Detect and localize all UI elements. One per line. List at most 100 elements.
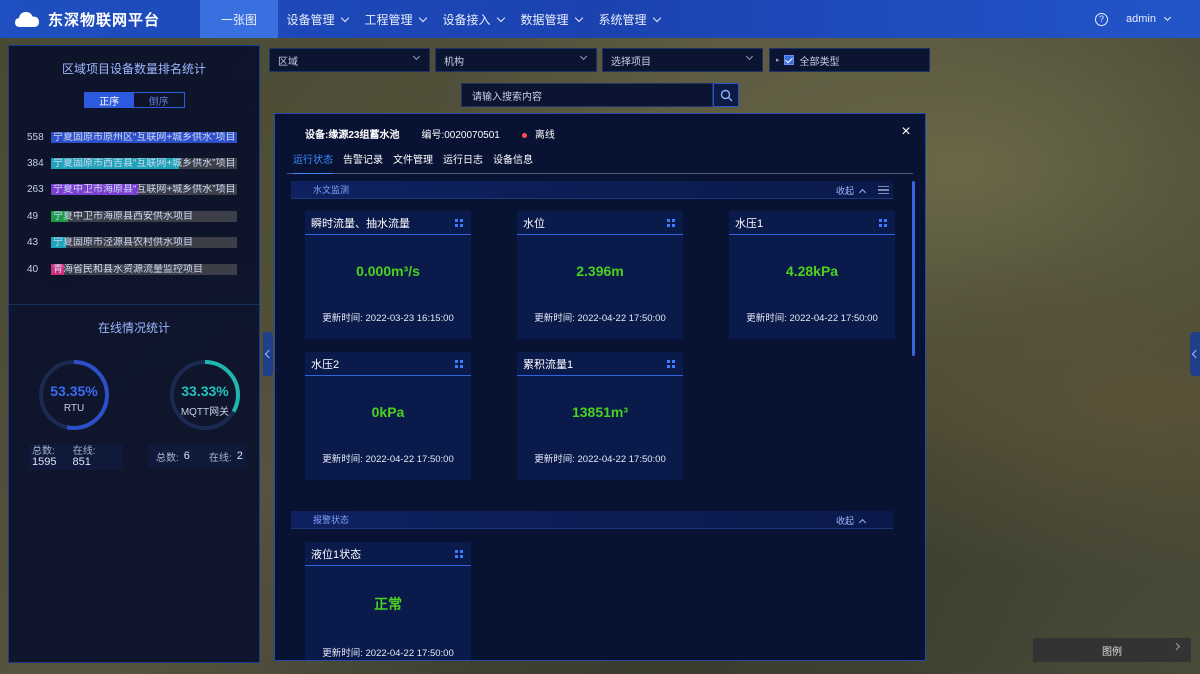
- help-icon[interactable]: ?: [1095, 12, 1109, 26]
- left-collapse-tab[interactable]: [263, 332, 274, 376]
- nav-label: 一张图: [220, 12, 257, 27]
- mqtt-total-label: 总数:: [156, 452, 179, 464]
- tab-file-management[interactable]: 文件管理: [393, 154, 433, 174]
- status-dot-icon: [521, 133, 527, 138]
- rank-title: 区域项目设备数量排名统计: [61, 62, 206, 76]
- rank-bar: 青海省民和县水资源流量监控项目: [51, 263, 237, 275]
- rtu-ring: 53.35% RTU: [38, 359, 110, 431]
- card-value: 正常: [374, 596, 402, 612]
- section-alarm: 报警状态 收起: [291, 511, 893, 529]
- collapse-label: 收起: [835, 516, 854, 526]
- device-code: 编号:0020070501: [421, 130, 500, 141]
- chevron-down-icon: [340, 13, 349, 22]
- chevron-down-icon: [579, 52, 588, 61]
- menu-icon[interactable]: [878, 186, 889, 194]
- tab-alarm-records[interactable]: 告警记录: [343, 154, 383, 174]
- username: admin: [1126, 13, 1156, 25]
- rank-label: 宁夏中卫市海原县“互联网+城乡供水”项目: [53, 184, 236, 196]
- rank-row[interactable]: 43 宁夏固原市泾源县农村供水项目: [9, 230, 259, 256]
- search-icon: [720, 89, 732, 101]
- chevron-down-icon: [652, 13, 661, 22]
- type-filter[interactable]: ▸ 全部类型: [769, 48, 930, 72]
- rank-count: 40: [27, 263, 39, 275]
- rank-row[interactable]: 49 宁夏中卫市海原县西安供水项目: [9, 203, 259, 229]
- sort-asc-button[interactable]: 正序: [84, 93, 134, 108]
- chevron-down-icon: [745, 52, 754, 61]
- app-title: 东深物联网平台: [48, 11, 161, 29]
- rank-row[interactable]: 384 宁夏固原市西吉县“互联网+城乡供水”项目: [9, 150, 259, 176]
- metric-card: 水压1 4.28kPa 更新时间: 2022-04-22 17:50:00: [729, 211, 895, 339]
- card-title: 累积流量1: [523, 358, 574, 371]
- rank-count: 384: [27, 158, 44, 170]
- tab-run-status[interactable]: 运行状态: [293, 154, 333, 174]
- app-logo[interactable]: 东深物联网平台: [0, 0, 200, 38]
- rank-bar: 宁夏中卫市海原县“互联网+城乡供水”项目: [51, 184, 237, 196]
- close-icon[interactable]: ×: [897, 123, 915, 141]
- org-select[interactable]: 机构: [435, 48, 597, 72]
- region-select[interactable]: 区域: [269, 48, 430, 72]
- rtu-total: 1595: [32, 456, 57, 468]
- rank-label: 宁夏固原市原州区“互联网+城乡供水”项目: [53, 131, 236, 143]
- rank-bar: 宁夏固原市原州区“互联网+城乡供水”项目: [51, 131, 237, 143]
- chevron-down-icon: [574, 13, 583, 22]
- nav-item-map[interactable]: 一张图: [200, 0, 278, 38]
- status-text: 离线: [534, 130, 555, 141]
- chevron-down-icon: [418, 13, 427, 22]
- search-input[interactable]: 请输入搜索内容: [461, 83, 713, 107]
- nav-item-access[interactable]: 设备接入: [434, 0, 512, 38]
- grid-icon[interactable]: [455, 550, 463, 558]
- collapse-button[interactable]: 收起: [835, 514, 867, 527]
- rank-list: 558 宁夏固原市原州区“互联网+城乡供水”项目 384 宁夏固原市西吉县“互联网+城…: [9, 124, 259, 282]
- cloud-icon: [15, 12, 39, 27]
- caret-right-icon: ▸: [776, 57, 780, 64]
- section-title: 水文监测: [313, 185, 350, 195]
- alarm-card: 液位1状态 正常 更新时间: 2022-04-22 17:50:00: [305, 542, 471, 660]
- collapse-button[interactable]: 收起: [835, 184, 867, 197]
- mqtt-online: 2: [236, 450, 243, 462]
- user-menu[interactable]: ? admin: [1095, 0, 1172, 38]
- tab-device-info[interactable]: 设备信息: [493, 154, 533, 174]
- right-collapse-tab[interactable]: [1190, 332, 1200, 376]
- search-bar: 请输入搜索内容: [461, 83, 739, 107]
- scrollbar[interactable]: [912, 181, 915, 356]
- grid-icon[interactable]: [667, 360, 675, 368]
- tab-run-log[interactable]: 运行日志: [443, 154, 483, 174]
- checkbox-icon[interactable]: [783, 55, 794, 65]
- project-select-value: 选择项目: [611, 56, 651, 68]
- rtu-stats: 总数: 在线: 1595 851: [29, 444, 123, 470]
- nav-label: 系统管理: [598, 12, 647, 27]
- mqtt-label: MQTT网关: [180, 407, 230, 418]
- modal-header: 设备:缘源23组蓄水池 编号:0020070501 离线: [305, 126, 555, 141]
- grid-icon[interactable]: [667, 219, 675, 227]
- grid-icon[interactable]: [455, 219, 463, 227]
- device-detail-modal: 设备:缘源23组蓄水池 编号:0020070501 离线 × 运行状态 告警记录…: [274, 113, 926, 661]
- mqtt-online-label: 在线:: [208, 452, 232, 464]
- nav-item-system[interactable]: 系统管理: [590, 0, 668, 38]
- search-button[interactable]: [713, 83, 739, 107]
- collapse-label: 收起: [835, 186, 854, 196]
- nav-item-project[interactable]: 工程管理: [356, 0, 434, 38]
- rank-count: 49: [27, 210, 39, 222]
- search-placeholder: 请输入搜索内容: [472, 91, 542, 103]
- card-title: 液位1状态: [311, 548, 362, 561]
- sort-toggle: 正序 倒序: [83, 92, 185, 108]
- nav-item-data[interactable]: 数据管理: [512, 0, 590, 38]
- nav-label: 工程管理: [364, 12, 413, 27]
- divider: [9, 304, 259, 306]
- rank-label: 青海省民和县水资源流量监控项目: [53, 263, 203, 275]
- rtu-online: 851: [72, 456, 91, 468]
- rank-label: 宁夏固原市泾源县农村供水项目: [53, 237, 193, 249]
- legend-button[interactable]: 图例: [1033, 638, 1191, 662]
- rank-row[interactable]: 40 青海省民和县水资源流量监控项目: [9, 256, 259, 282]
- project-select[interactable]: 选择项目: [602, 48, 763, 72]
- nav-item-device[interactable]: 设备管理: [278, 0, 356, 38]
- rank-row[interactable]: 558 宁夏固原市原州区“互联网+城乡供水”项目: [9, 124, 259, 150]
- rank-label: 宁夏固原市西吉县“互联网+城乡供水”项目: [53, 158, 236, 170]
- rank-row[interactable]: 263 宁夏中卫市海原县“互联网+城乡供水”项目: [9, 177, 259, 203]
- all-types-label: 全部类型: [799, 56, 840, 68]
- org-select-value: 机构: [444, 56, 464, 68]
- chevron-up-icon: [858, 518, 867, 526]
- grid-icon[interactable]: [879, 219, 887, 227]
- grid-icon[interactable]: [455, 360, 463, 368]
- sort-desc-button[interactable]: 倒序: [134, 93, 184, 108]
